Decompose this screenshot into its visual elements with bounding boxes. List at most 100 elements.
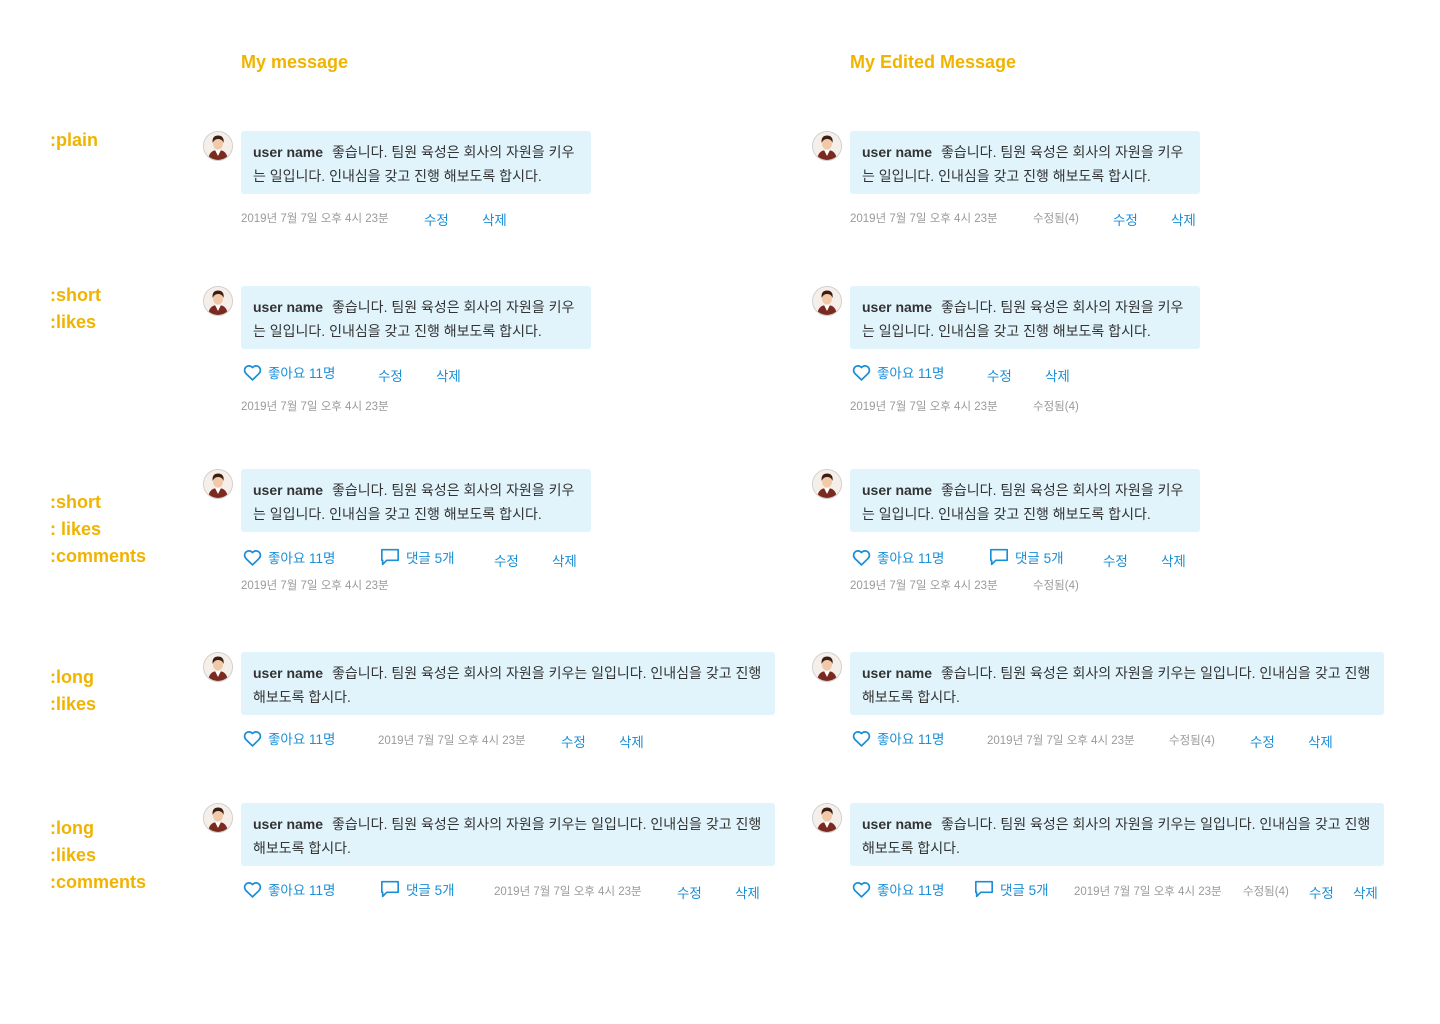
delete-button[interactable]: 삭제 — [1171, 209, 1196, 229]
delete-button[interactable]: 삭제 — [1353, 882, 1378, 902]
timestamp: 2019년 7월 7일 오후 4시 23분 — [850, 401, 998, 413]
likes-count: 좋아요 11명 — [268, 366, 336, 381]
user-name[interactable]: user name — [253, 299, 323, 315]
comments-button[interactable]: 댓글 5개 — [974, 879, 1049, 899]
like-button[interactable]: 좋아요 11명 — [243, 547, 335, 567]
delete-button[interactable]: 삭제 — [1308, 731, 1333, 751]
like-button[interactable]: 좋아요 11명 — [852, 879, 944, 899]
like-button[interactable]: 좋아요 11명 — [852, 547, 944, 567]
timestamp: 2019년 7월 7일 오후 4시 23분 — [378, 735, 526, 747]
timestamp: 2019년 7월 7일 오후 4시 23분 — [850, 580, 998, 592]
delete-button[interactable]: 삭제 — [482, 209, 507, 229]
delete-button[interactable]: 삭제 — [619, 731, 644, 751]
edit-button[interactable]: 수정 — [424, 209, 449, 229]
message-text: 좋습니다. 팀원 육성은 회사의 자원을 키우는 일입니다. 인내심을 갖고 진… — [862, 816, 1371, 856]
comments-count: 댓글 5개 — [406, 551, 455, 566]
edit-button[interactable]: 수정 — [378, 365, 403, 385]
heart-outline-icon — [243, 730, 262, 747]
heart-outline-icon — [243, 549, 262, 566]
edit-button[interactable]: 수정 — [677, 882, 702, 902]
comments-count: 댓글 5개 — [406, 883, 455, 898]
edit-button[interactable]: 수정 — [494, 550, 519, 570]
timestamp: 2019년 7월 7일 오후 4시 23분 — [850, 213, 998, 225]
speech-bubble-icon — [381, 548, 399, 566]
like-button[interactable]: 좋아요 11명 — [852, 728, 944, 748]
user-avatar[interactable] — [203, 131, 233, 161]
comments-count: 댓글 5개 — [1015, 551, 1064, 566]
like-button[interactable]: 좋아요 11명 — [243, 728, 335, 748]
edit-button[interactable]: 수정 — [1103, 550, 1128, 570]
speech-bubble-icon — [974, 880, 993, 898]
timestamp: 2019년 7월 7일 오후 4시 23분 — [241, 213, 389, 225]
message-bubble: user name 좋습니다. 팀원 육성은 회사의 자원을 키우는 일입니다. … — [241, 803, 775, 866]
user-name[interactable]: user name — [253, 665, 323, 681]
user-name[interactable]: user name — [862, 665, 932, 681]
timestamp: 2019년 7월 7일 오후 4시 23분 — [494, 886, 642, 898]
heart-outline-icon — [852, 549, 871, 566]
delete-button[interactable]: 삭제 — [436, 365, 461, 385]
message-text: 좋습니다. 팀원 육성은 회사의 자원을 키우는 일입니다. 인내심을 갖고 진… — [253, 816, 762, 856]
timestamp: 2019년 7월 7일 오후 4시 23분 — [241, 580, 389, 592]
message-bubble: user name 좋습니다. 팀원 육성은 회사의 자원을 키우는 일입니다. … — [241, 286, 591, 349]
column-title-my-edited-message: My Edited Message — [850, 52, 1017, 72]
message-text: 좋습니다. 팀원 육성은 회사의 자원을 키우는 일입니다. 인내심을 갖고 진… — [253, 665, 762, 705]
message-bubble: user name 좋습니다. 팀원 육성은 회사의 자원을 키우는 일입니다. … — [241, 652, 775, 715]
delete-button[interactable]: 삭제 — [1045, 365, 1070, 385]
timestamp: 2019년 7월 7일 오후 4시 23분 — [1074, 886, 1222, 898]
likes-count: 좋아요 11명 — [268, 551, 336, 566]
row-label-short-likes-comments: :short : likes :comments — [50, 492, 147, 566]
user-avatar[interactable] — [203, 803, 233, 833]
message-bubble: user name 좋습니다. 팀원 육성은 회사의 자원을 키우는 일입니다. … — [850, 131, 1200, 194]
comments-count: 댓글 5개 — [1000, 883, 1049, 898]
like-button[interactable]: 좋아요 11명 — [243, 362, 335, 382]
user-name[interactable]: user name — [253, 816, 323, 832]
comments-button[interactable]: 댓글 5개 — [989, 547, 1064, 567]
row-label-plain: :plain — [50, 130, 98, 150]
row-label-long-likes: :long :likes — [50, 667, 97, 714]
edited-indicator: 수정됨(4) — [1243, 886, 1289, 898]
delete-button[interactable]: 삭제 — [735, 882, 760, 902]
message-bubble: user name 좋습니다. 팀원 육성은 회사의 자원을 키우는 일입니다. … — [241, 469, 591, 532]
edit-button[interactable]: 수정 — [1309, 882, 1334, 902]
likes-count: 좋아요 11명 — [268, 883, 336, 898]
user-name[interactable]: user name — [253, 482, 323, 498]
speech-bubble-icon — [381, 880, 399, 898]
message-text: 좋습니다. 팀원 육성은 회사의 자원을 키우는 일입니다. 인내심을 갖고 진… — [862, 665, 1371, 705]
user-avatar[interactable] — [203, 469, 233, 499]
user-avatar[interactable] — [812, 652, 842, 682]
column-title-my-message: My message — [241, 52, 349, 72]
comments-button[interactable]: 댓글 5개 — [380, 879, 455, 899]
user-avatar[interactable] — [203, 286, 233, 316]
user-avatar[interactable] — [812, 803, 842, 833]
message-bubble: user name 좋습니다. 팀원 육성은 회사의 자원을 키우는 일입니다. … — [850, 652, 1384, 715]
timestamp: 2019년 7월 7일 오후 4시 23분 — [987, 735, 1135, 747]
comments-button[interactable]: 댓글 5개 — [380, 547, 455, 567]
like-button[interactable]: 좋아요 11명 — [243, 879, 335, 899]
speech-bubble-icon — [989, 548, 1008, 566]
heart-outline-icon — [243, 881, 262, 898]
edit-button[interactable]: 수정 — [561, 731, 586, 751]
like-button[interactable]: 좋아요 11명 — [852, 362, 944, 382]
user-name[interactable]: user name — [862, 482, 932, 498]
user-avatar[interactable] — [812, 469, 842, 499]
edit-button[interactable]: 수정 — [1113, 209, 1138, 229]
edited-indicator: 수정됨(4) — [1033, 401, 1079, 413]
user-name[interactable]: user name — [862, 299, 932, 315]
message-bubble: user name 좋습니다. 팀원 육성은 회사의 자원을 키우는 일입니다. … — [850, 803, 1384, 866]
user-name[interactable]: user name — [862, 816, 932, 832]
edited-indicator: 수정됨(4) — [1033, 580, 1079, 592]
likes-count: 좋아요 11명 — [877, 883, 945, 898]
row-label-short-likes: :short :likes — [50, 285, 101, 332]
edit-button[interactable]: 수정 — [1250, 731, 1275, 751]
delete-button[interactable]: 삭제 — [1161, 550, 1186, 570]
row-label-long-likes-comments: :long :likes :comments — [50, 818, 147, 892]
user-avatar[interactable] — [812, 286, 842, 316]
user-name[interactable]: user name — [253, 144, 323, 160]
user-avatar[interactable] — [203, 652, 233, 682]
user-avatar[interactable] — [812, 131, 842, 161]
heart-outline-icon — [852, 881, 871, 898]
user-name[interactable]: user name — [862, 144, 932, 160]
delete-button[interactable]: 삭제 — [552, 550, 577, 570]
heart-outline-icon — [852, 730, 871, 747]
edit-button[interactable]: 수정 — [987, 365, 1012, 385]
